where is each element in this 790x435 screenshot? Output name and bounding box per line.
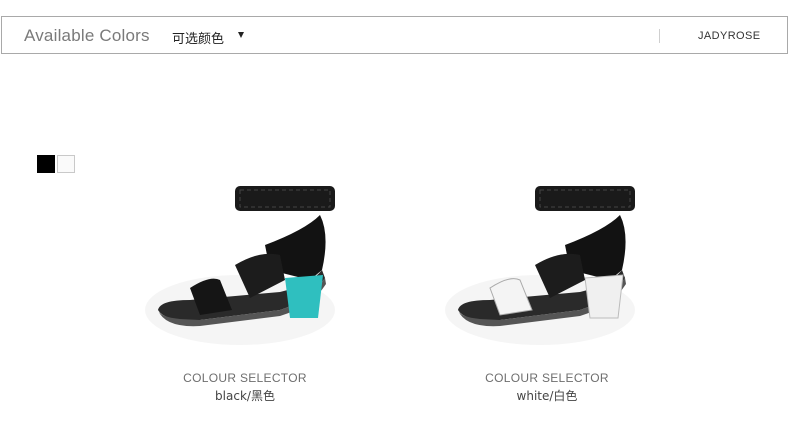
selector-label: COLOUR SELECTOR — [183, 371, 307, 385]
color-name: white/白色 — [516, 389, 578, 403]
sandal-black-icon — [145, 186, 335, 345]
swatch-black[interactable] — [37, 155, 55, 173]
color-name: black/黑色 — [215, 389, 275, 403]
brand-name: JADYROSE — [698, 30, 761, 42]
dropdown-arrow-icon[interactable] — [238, 32, 244, 38]
section-title: Available Colors — [24, 26, 150, 45]
product-caption-black: COLOUR SELECTOR black/黑色 — [145, 371, 345, 404]
header-bar: Available Colors 可选颜色 JADYROSE — [1, 16, 788, 54]
product-image-white — [440, 160, 650, 360]
sandal-white-icon — [445, 186, 635, 345]
swatch-white[interactable] — [57, 155, 75, 173]
product-caption-white: COLOUR SELECTOR white/白色 — [447, 371, 647, 404]
section-subtitle[interactable]: 可选颜色 — [172, 28, 224, 47]
selector-label: COLOUR SELECTOR — [485, 371, 609, 385]
divider — [659, 29, 660, 43]
product-image-black — [140, 160, 350, 360]
